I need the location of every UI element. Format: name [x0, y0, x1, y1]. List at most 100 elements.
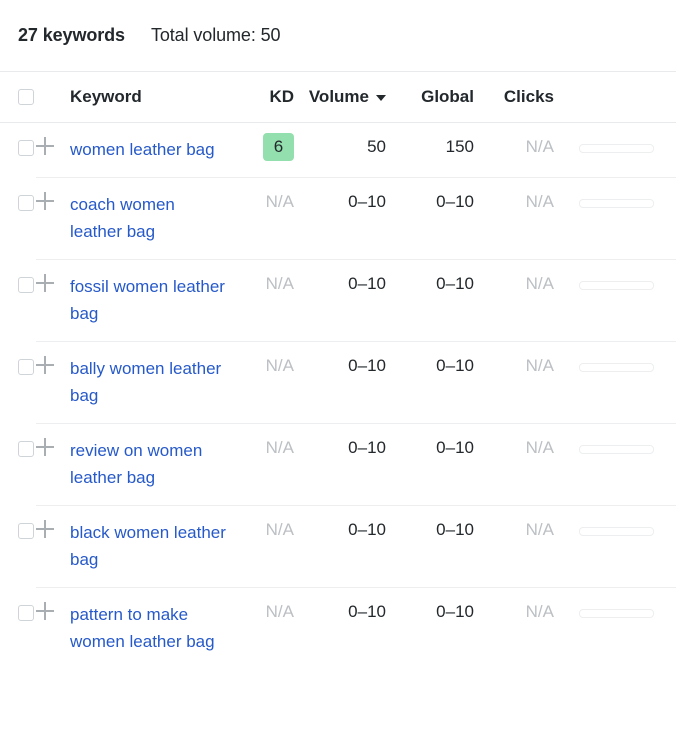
plus-icon[interactable] [36, 602, 54, 620]
kd-cell: N/A [230, 342, 298, 424]
volume-value-cell: 50 [298, 123, 392, 178]
row-checkbox[interactable] [18, 140, 34, 156]
kd-value: N/A [266, 356, 294, 376]
column-header-volume[interactable]: Volume [298, 72, 392, 123]
global-volume-value-cell: 0–10 [392, 260, 480, 342]
trend-cell [560, 424, 676, 506]
trend-cell [560, 123, 676, 178]
kd-value: N/A [266, 602, 294, 622]
row-select-cell [0, 123, 36, 178]
plus-icon[interactable] [36, 356, 54, 374]
global-volume-value: 0–10 [436, 520, 474, 540]
column-header-global[interactable]: Global [392, 72, 480, 123]
keyword-link[interactable]: review on women leather bag [70, 437, 230, 491]
table-header: Keyword KD Volume Global Clicks [0, 72, 676, 123]
clicks-value-cell: N/A [480, 178, 560, 260]
table-row[interactable]: women leather bag650150N/A [0, 123, 676, 178]
clicks-value-cell: N/A [480, 506, 560, 588]
row-add-cell [36, 178, 70, 260]
mini-bar-icon [579, 363, 654, 372]
plus-icon[interactable] [36, 520, 54, 538]
column-header-keyword[interactable]: Keyword [70, 72, 230, 123]
global-volume-value: 0–10 [436, 274, 474, 294]
kd-cell: N/A [230, 178, 298, 260]
global-volume-value: 0–10 [436, 438, 474, 458]
table-row[interactable]: review on women leather bagN/A0–100–10N/… [0, 424, 676, 506]
clicks-value: N/A [526, 137, 554, 157]
column-header-clicks[interactable]: Clicks [480, 72, 560, 123]
volume-value-cell: 0–10 [298, 424, 392, 506]
keyword-link[interactable]: fossil women leather bag [70, 273, 230, 327]
volume-value: 0–10 [348, 602, 386, 622]
caret-down-icon [376, 95, 386, 101]
expand-header [36, 72, 70, 123]
row-checkbox[interactable] [18, 359, 34, 375]
row-select-cell [0, 178, 36, 260]
keyword-link[interactable]: coach women leather bag [70, 191, 230, 245]
clicks-value: N/A [526, 192, 554, 212]
kd-cell: 6 [230, 123, 298, 178]
kd-badge: 6 [263, 133, 294, 161]
mini-bar-icon [579, 609, 654, 618]
keyword-cell: coach women leather bag [70, 178, 230, 260]
select-all-checkbox[interactable] [18, 89, 34, 105]
row-checkbox[interactable] [18, 195, 34, 211]
row-checkbox[interactable] [18, 605, 34, 621]
keyword-link[interactable]: bally women leather bag [70, 355, 230, 409]
keyword-link[interactable]: pattern to make women leather bag [70, 601, 230, 655]
global-volume-value-cell: 0–10 [392, 506, 480, 588]
table-header-row: Keyword KD Volume Global Clicks [0, 72, 676, 123]
volume-value: 0–10 [348, 438, 386, 458]
row-add-cell [36, 260, 70, 342]
table-body: women leather bag650150N/Acoach women le… [0, 123, 676, 670]
row-checkbox[interactable] [18, 523, 34, 539]
plus-icon[interactable] [36, 192, 54, 210]
trend-cell [560, 588, 676, 670]
row-checkbox[interactable] [18, 441, 34, 457]
volume-value-cell: 0–10 [298, 342, 392, 424]
volume-value-cell: 0–10 [298, 260, 392, 342]
row-add-cell [36, 342, 70, 424]
clicks-value-cell: N/A [480, 342, 560, 424]
row-select-cell [0, 506, 36, 588]
global-volume-value-cell: 0–10 [392, 178, 480, 260]
plus-icon[interactable] [36, 438, 54, 456]
table-row[interactable]: black women leather bagN/A0–100–10N/A [0, 506, 676, 588]
keyword-link[interactable]: women leather bag [70, 136, 230, 163]
mini-bar-icon [579, 445, 654, 454]
keyword-cell: bally women leather bag [70, 342, 230, 424]
table-row[interactable]: coach women leather bagN/A0–100–10N/A [0, 178, 676, 260]
keyword-cell: black women leather bag [70, 506, 230, 588]
clicks-value-cell: N/A [480, 424, 560, 506]
keyword-link[interactable]: black women leather bag [70, 519, 230, 573]
row-select-cell [0, 342, 36, 424]
mini-bar-icon [579, 281, 654, 290]
kd-cell: N/A [230, 506, 298, 588]
row-add-cell [36, 424, 70, 506]
keywords-table: Keyword KD Volume Global Clicks [0, 71, 676, 669]
column-header-kd[interactable]: KD [230, 72, 298, 123]
plus-icon[interactable] [36, 137, 54, 155]
table-row[interactable]: bally women leather bagN/A0–100–10N/A [0, 342, 676, 424]
summary-bar: 27 keywords Total volume: 50 [0, 0, 676, 71]
global-volume-value: 0–10 [436, 602, 474, 622]
keyword-cell: review on women leather bag [70, 424, 230, 506]
trend-cell [560, 506, 676, 588]
keyword-count-label: 27 keywords [18, 25, 125, 46]
kd-cell: N/A [230, 424, 298, 506]
table-row[interactable]: fossil women leather bagN/A0–100–10N/A [0, 260, 676, 342]
plus-icon[interactable] [36, 274, 54, 292]
clicks-value: N/A [526, 520, 554, 540]
mini-bar-icon [579, 144, 654, 153]
keyword-cell: fossil women leather bag [70, 260, 230, 342]
row-checkbox[interactable] [18, 277, 34, 293]
volume-value: 0–10 [348, 274, 386, 294]
volume-value: 0–10 [348, 192, 386, 212]
table-row[interactable]: pattern to make women leather bag N/A 0–10… [0, 588, 676, 670]
volume-value: 0–10 [348, 520, 386, 540]
global-volume-value: 0–10 [436, 192, 474, 212]
mini-bar-icon [579, 199, 654, 208]
volume-value: 0–10 [348, 356, 386, 376]
kd-cell: N/A [230, 588, 298, 670]
clicks-value: N/A [526, 602, 554, 622]
